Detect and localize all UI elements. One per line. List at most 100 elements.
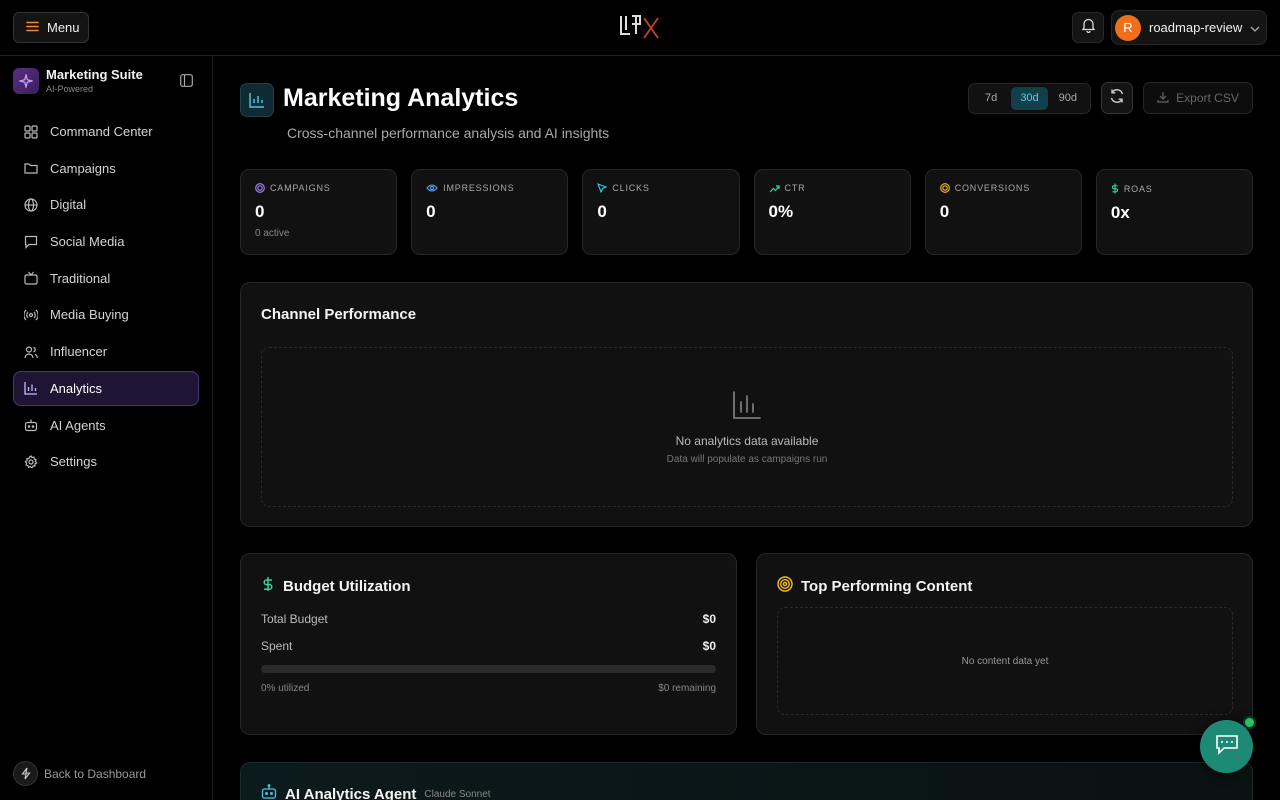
message-icon xyxy=(24,235,40,249)
online-status-dot xyxy=(1243,716,1256,729)
users-icon xyxy=(24,345,40,359)
sidebar-item-label: Command Center xyxy=(50,124,153,139)
dollar-icon xyxy=(1111,183,1119,194)
page-title: Marketing Analytics xyxy=(283,84,519,112)
sidebar-item-settings[interactable]: Settings xyxy=(13,444,199,479)
menu-button[interactable]: Menu xyxy=(13,12,89,43)
budget-title-row: Budget Utilization xyxy=(261,576,716,596)
stat-header: IMPRESSIONS xyxy=(426,183,553,193)
stat-label: IMPRESSIONS xyxy=(443,183,515,193)
spent-row: Spent $0 xyxy=(261,639,716,653)
refresh-icon xyxy=(1109,88,1125,109)
sidebar-item-label: Analytics xyxy=(50,380,103,396)
agent-title: AI Analytics Agent xyxy=(285,785,417,800)
stat-value: 0% xyxy=(768,202,794,221)
sidebar-item-influencer[interactable]: Influencer xyxy=(13,334,199,369)
empty-title: No analytics data available xyxy=(675,434,819,448)
budget-utilization-card: Budget Utilization Total Budget $0 Spent… xyxy=(240,553,737,735)
stat-card-campaigns: CAMPAIGNS 0 0 active xyxy=(240,169,398,255)
stat-value: 0x xyxy=(1110,203,1130,222)
brand-title: Marketing Suite xyxy=(46,67,143,82)
menu-label: Menu xyxy=(47,20,80,35)
stat-value: 0 xyxy=(426,202,436,221)
spent-value: $0 xyxy=(702,639,716,653)
stat-card-ctr: CTR 0% xyxy=(753,169,911,255)
stat-label: CAMPAIGNS xyxy=(270,183,331,193)
cursor-icon xyxy=(597,183,608,193)
empty-subtitle: Data will populate as campaigns run xyxy=(666,454,828,465)
stats-row: CAMPAIGNS 0 0 active IMPRESSIONS 0 CLICKS 0 CTR… xyxy=(240,169,1254,255)
top-content-empty-state: No content data yet xyxy=(777,607,1233,715)
bar-chart-icon xyxy=(732,390,762,425)
sidebar-item-campaigns[interactable]: Campaigns xyxy=(13,151,199,186)
download-icon xyxy=(1157,91,1169,106)
remaining-label: $0 remaining xyxy=(658,683,716,694)
sidebar-item-social-media[interactable]: Social Media xyxy=(13,224,199,259)
total-budget-row: Total Budget $0 xyxy=(261,612,716,626)
target-icon xyxy=(255,183,265,193)
main-content: Marketing Analytics Cross-channel perfor… xyxy=(213,56,1280,800)
hamburger-icon xyxy=(26,20,39,35)
collapse-sidebar-icon[interactable] xyxy=(180,74,193,92)
radio-icon xyxy=(24,308,40,322)
sidebar-item-digital[interactable]: Digital xyxy=(13,187,199,222)
sidebar-item-label: Campaigns xyxy=(50,160,116,176)
bar-chart-icon xyxy=(24,381,40,395)
stat-header: CONVERSIONS xyxy=(939,183,1067,193)
top-bar: Menu R roadmap-review xyxy=(0,0,1280,56)
app-logo[interactable] xyxy=(618,12,662,42)
sidebar-item-label: Settings xyxy=(50,454,97,470)
stat-header: CLICKS xyxy=(597,183,724,193)
stat-header: CAMPAIGNS xyxy=(255,183,382,193)
agent-model: Claude Sonnet xyxy=(424,788,491,800)
bell-icon xyxy=(1081,17,1096,38)
range-option-90d[interactable]: 90d xyxy=(1050,87,1086,110)
channel-performance-card: Channel Performance No analytics data av… xyxy=(240,282,1253,527)
sidebar-item-media-buying[interactable]: Media Buying xyxy=(13,297,199,332)
avatar: R xyxy=(1115,14,1141,41)
utilized-label: 0% utilized xyxy=(261,683,310,694)
stat-card-impressions: IMPRESSIONS 0 xyxy=(411,169,569,255)
stat-label: CLICKS xyxy=(612,183,650,193)
sidebar-item-ai-agents[interactable]: AI Agents xyxy=(13,408,199,443)
sidebar-item-label: Social Media xyxy=(50,234,125,250)
user-menu-button[interactable]: R roadmap-review xyxy=(1111,10,1267,45)
total-budget-label: Total Budget xyxy=(261,612,328,626)
gear-icon xyxy=(24,454,40,469)
stat-subtext: 0 active xyxy=(255,228,290,239)
range-option-30d[interactable]: 30d xyxy=(1011,87,1048,110)
stat-card-conversions: CONVERSIONS 0 xyxy=(924,169,1082,255)
sidebar-item-traditional[interactable]: Traditional xyxy=(13,261,199,296)
sidebar-item-analytics[interactable]: Analytics xyxy=(13,370,199,406)
globe-icon xyxy=(24,198,40,212)
stat-card-roas: ROAS 0x xyxy=(1095,169,1254,255)
stat-card-clicks: CLICKS 0 xyxy=(582,169,740,255)
brand: Marketing Suite AI-Powered xyxy=(13,67,143,94)
eye-icon xyxy=(426,183,438,193)
target-icon xyxy=(777,576,793,596)
target-icon xyxy=(939,183,950,193)
sidebar-item-label: Influencer xyxy=(50,344,108,360)
notifications-button[interactable] xyxy=(1072,12,1104,43)
sidebar-item-command-center[interactable]: Command Center xyxy=(13,114,199,149)
total-budget-value: $0 xyxy=(702,612,716,626)
stat-label: CTR xyxy=(784,183,806,193)
refresh-button[interactable] xyxy=(1101,82,1133,114)
top-content-card: Top Performing Content No content data y… xyxy=(756,553,1253,735)
folder-icon xyxy=(24,161,40,175)
page-subtitle: Cross-channel performance analysis and A… xyxy=(287,125,610,141)
range-option-7d[interactable]: 7d xyxy=(973,87,1009,110)
bot-icon xyxy=(24,418,40,432)
stat-value: 0 xyxy=(939,202,950,221)
sidebar: Marketing Suite AI-Powered Command Cente… xyxy=(0,56,213,800)
trending-up-icon xyxy=(769,184,780,193)
back-to-dashboard-link[interactable]: Back to Dashboard xyxy=(13,761,146,786)
budget-title: Budget Utilization xyxy=(283,577,411,595)
channel-empty-state: No analytics data available Data will po… xyxy=(261,347,1233,507)
dollar-icon xyxy=(261,576,275,596)
top-content-empty-text: No content data yet xyxy=(961,655,1049,667)
export-csv-button[interactable]: Export CSV xyxy=(1143,82,1253,114)
sidebar-item-label: Media Buying xyxy=(50,307,129,323)
stat-value: 0 xyxy=(255,202,265,221)
sidebar-item-label: Traditional xyxy=(50,270,111,286)
